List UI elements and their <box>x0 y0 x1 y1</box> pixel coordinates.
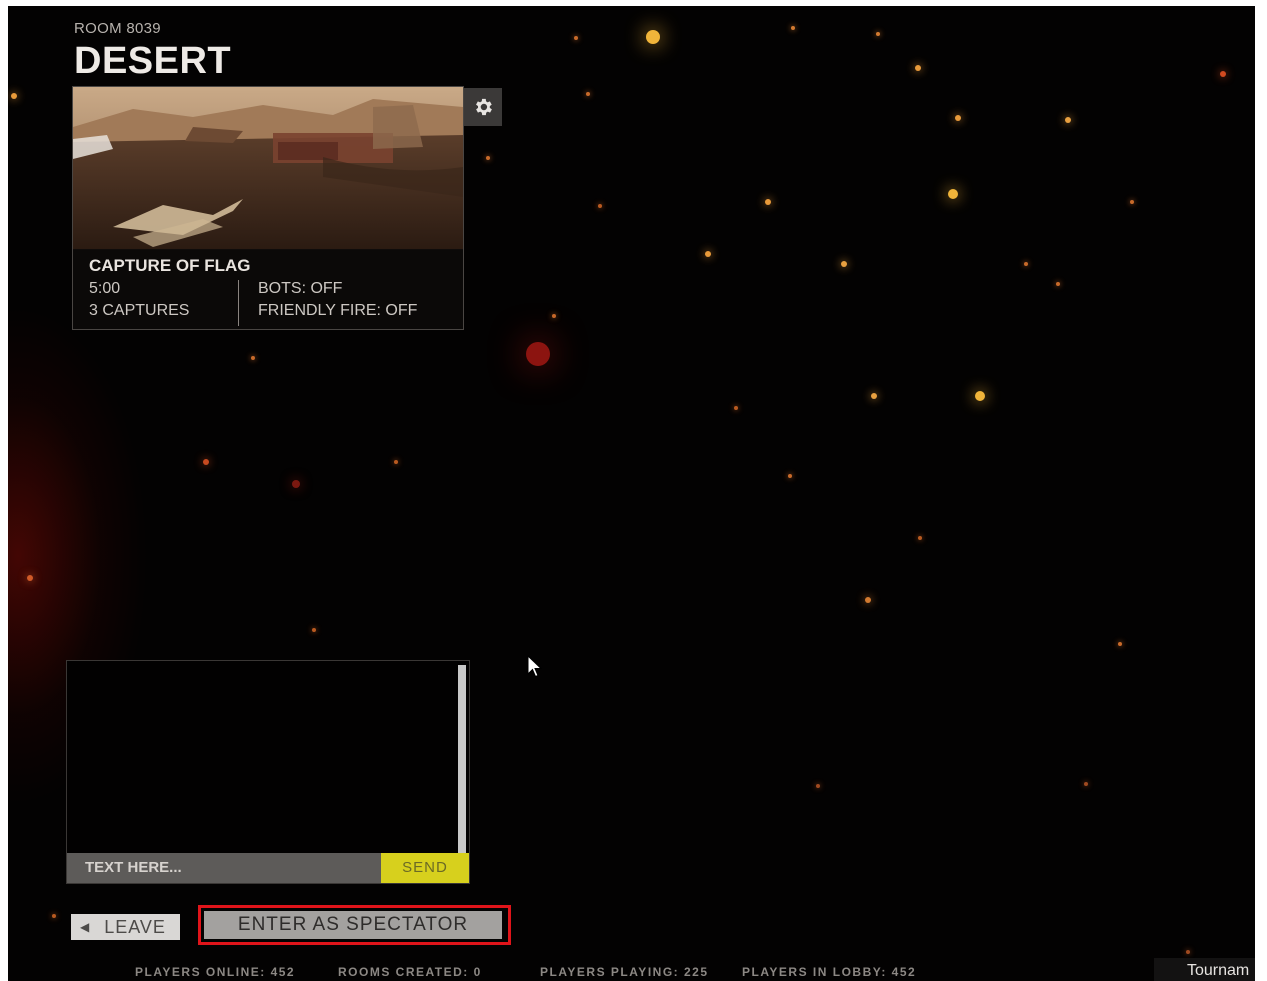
ember-particle <box>791 26 795 30</box>
ember-particle <box>765 199 771 205</box>
leave-button[interactable]: ◀ LEAVE <box>71 914 180 940</box>
chat-panel: TEXT HERE... SEND <box>66 660 470 884</box>
players-in-lobby-stat: PLAYERS IN LOBBY: 452 <box>742 965 917 979</box>
ember-particle <box>1118 642 1122 646</box>
ember-particle <box>841 261 847 267</box>
ember-particle <box>871 393 877 399</box>
ember-particle <box>955 115 961 121</box>
ember-particle <box>975 391 985 401</box>
time-limit: 5:00 <box>89 280 121 297</box>
ember-particle <box>526 342 550 366</box>
server-stats-bar: PLAYERS ONLINE: 452 ROOMS CREATED: 0 PLA… <box>8 963 1255 981</box>
leave-label: LEAVE <box>104 917 166 937</box>
enter-as-spectator-button[interactable]: ENTER AS SPECTATOR <box>204 911 502 939</box>
ember-particle <box>312 628 316 632</box>
ember-particle <box>586 92 590 96</box>
friendly-fire-setting: FRIENDLY FIRE: OFF <box>258 302 418 319</box>
chat-input[interactable]: TEXT HERE... <box>67 853 381 883</box>
rooms-created-stat: ROOMS CREATED: 0 <box>338 965 482 979</box>
ember-particle <box>1220 71 1226 77</box>
ember-particle <box>646 30 660 44</box>
ember-particle <box>394 460 398 464</box>
map-card: CAPTURE OF FLAG 5:00 3 CAPTURES BOTS: OF… <box>72 86 464 330</box>
ember-particle <box>1065 117 1071 123</box>
ember-particle <box>574 36 578 40</box>
ember-particle <box>865 597 871 603</box>
ember-particle <box>11 93 17 99</box>
game-mode: CAPTURE OF FLAG <box>89 256 251 275</box>
mouse-cursor-icon <box>527 655 543 678</box>
players-online-stat: PLAYERS ONLINE: 452 <box>135 965 296 979</box>
send-button[interactable]: SEND <box>381 853 469 883</box>
ember-particle <box>816 784 820 788</box>
tournament-tab[interactable]: Tournam <box>1154 958 1255 981</box>
ember-particle <box>1186 950 1190 954</box>
map-title: DESERT <box>74 40 232 82</box>
capture-limit: 3 CAPTURES <box>89 302 190 319</box>
ember-particle <box>915 65 921 71</box>
ember-particle <box>705 251 711 257</box>
map-info: CAPTURE OF FLAG 5:00 3 CAPTURES BOTS: OF… <box>73 250 463 329</box>
ember-particle <box>734 406 738 410</box>
map-thumbnail <box>73 87 463 249</box>
ember-particle <box>1024 262 1028 266</box>
ember-particle <box>876 32 880 36</box>
ember-particle <box>1084 782 1088 786</box>
ember-particle <box>918 536 922 540</box>
ember-particle <box>486 156 490 160</box>
room-lobby-screen: ROOM 8039 DESERT CAPTURE OF FLAG 5:00 3 … <box>8 6 1255 981</box>
triangle-left-icon: ◀ <box>80 920 91 934</box>
ember-particle <box>788 474 792 478</box>
ember-particle <box>203 459 209 465</box>
bots-setting: BOTS: OFF <box>258 280 343 297</box>
room-settings-button[interactable] <box>464 88 502 126</box>
ember-particle <box>948 189 958 199</box>
ember-particle <box>598 204 602 208</box>
ember-particle <box>1056 282 1060 286</box>
ember-particle <box>1130 200 1134 204</box>
ember-particle <box>251 356 255 360</box>
ember-particle <box>552 314 556 318</box>
ember-particle <box>52 914 56 918</box>
gear-icon <box>476 98 492 116</box>
players-playing-stat: PLAYERS PLAYING: 225 <box>540 965 709 979</box>
ember-particle <box>27 575 33 581</box>
chat-scrollbar[interactable] <box>458 665 466 855</box>
ember-particle <box>292 480 300 488</box>
room-number: ROOM 8039 <box>74 20 161 37</box>
info-divider <box>238 280 239 326</box>
